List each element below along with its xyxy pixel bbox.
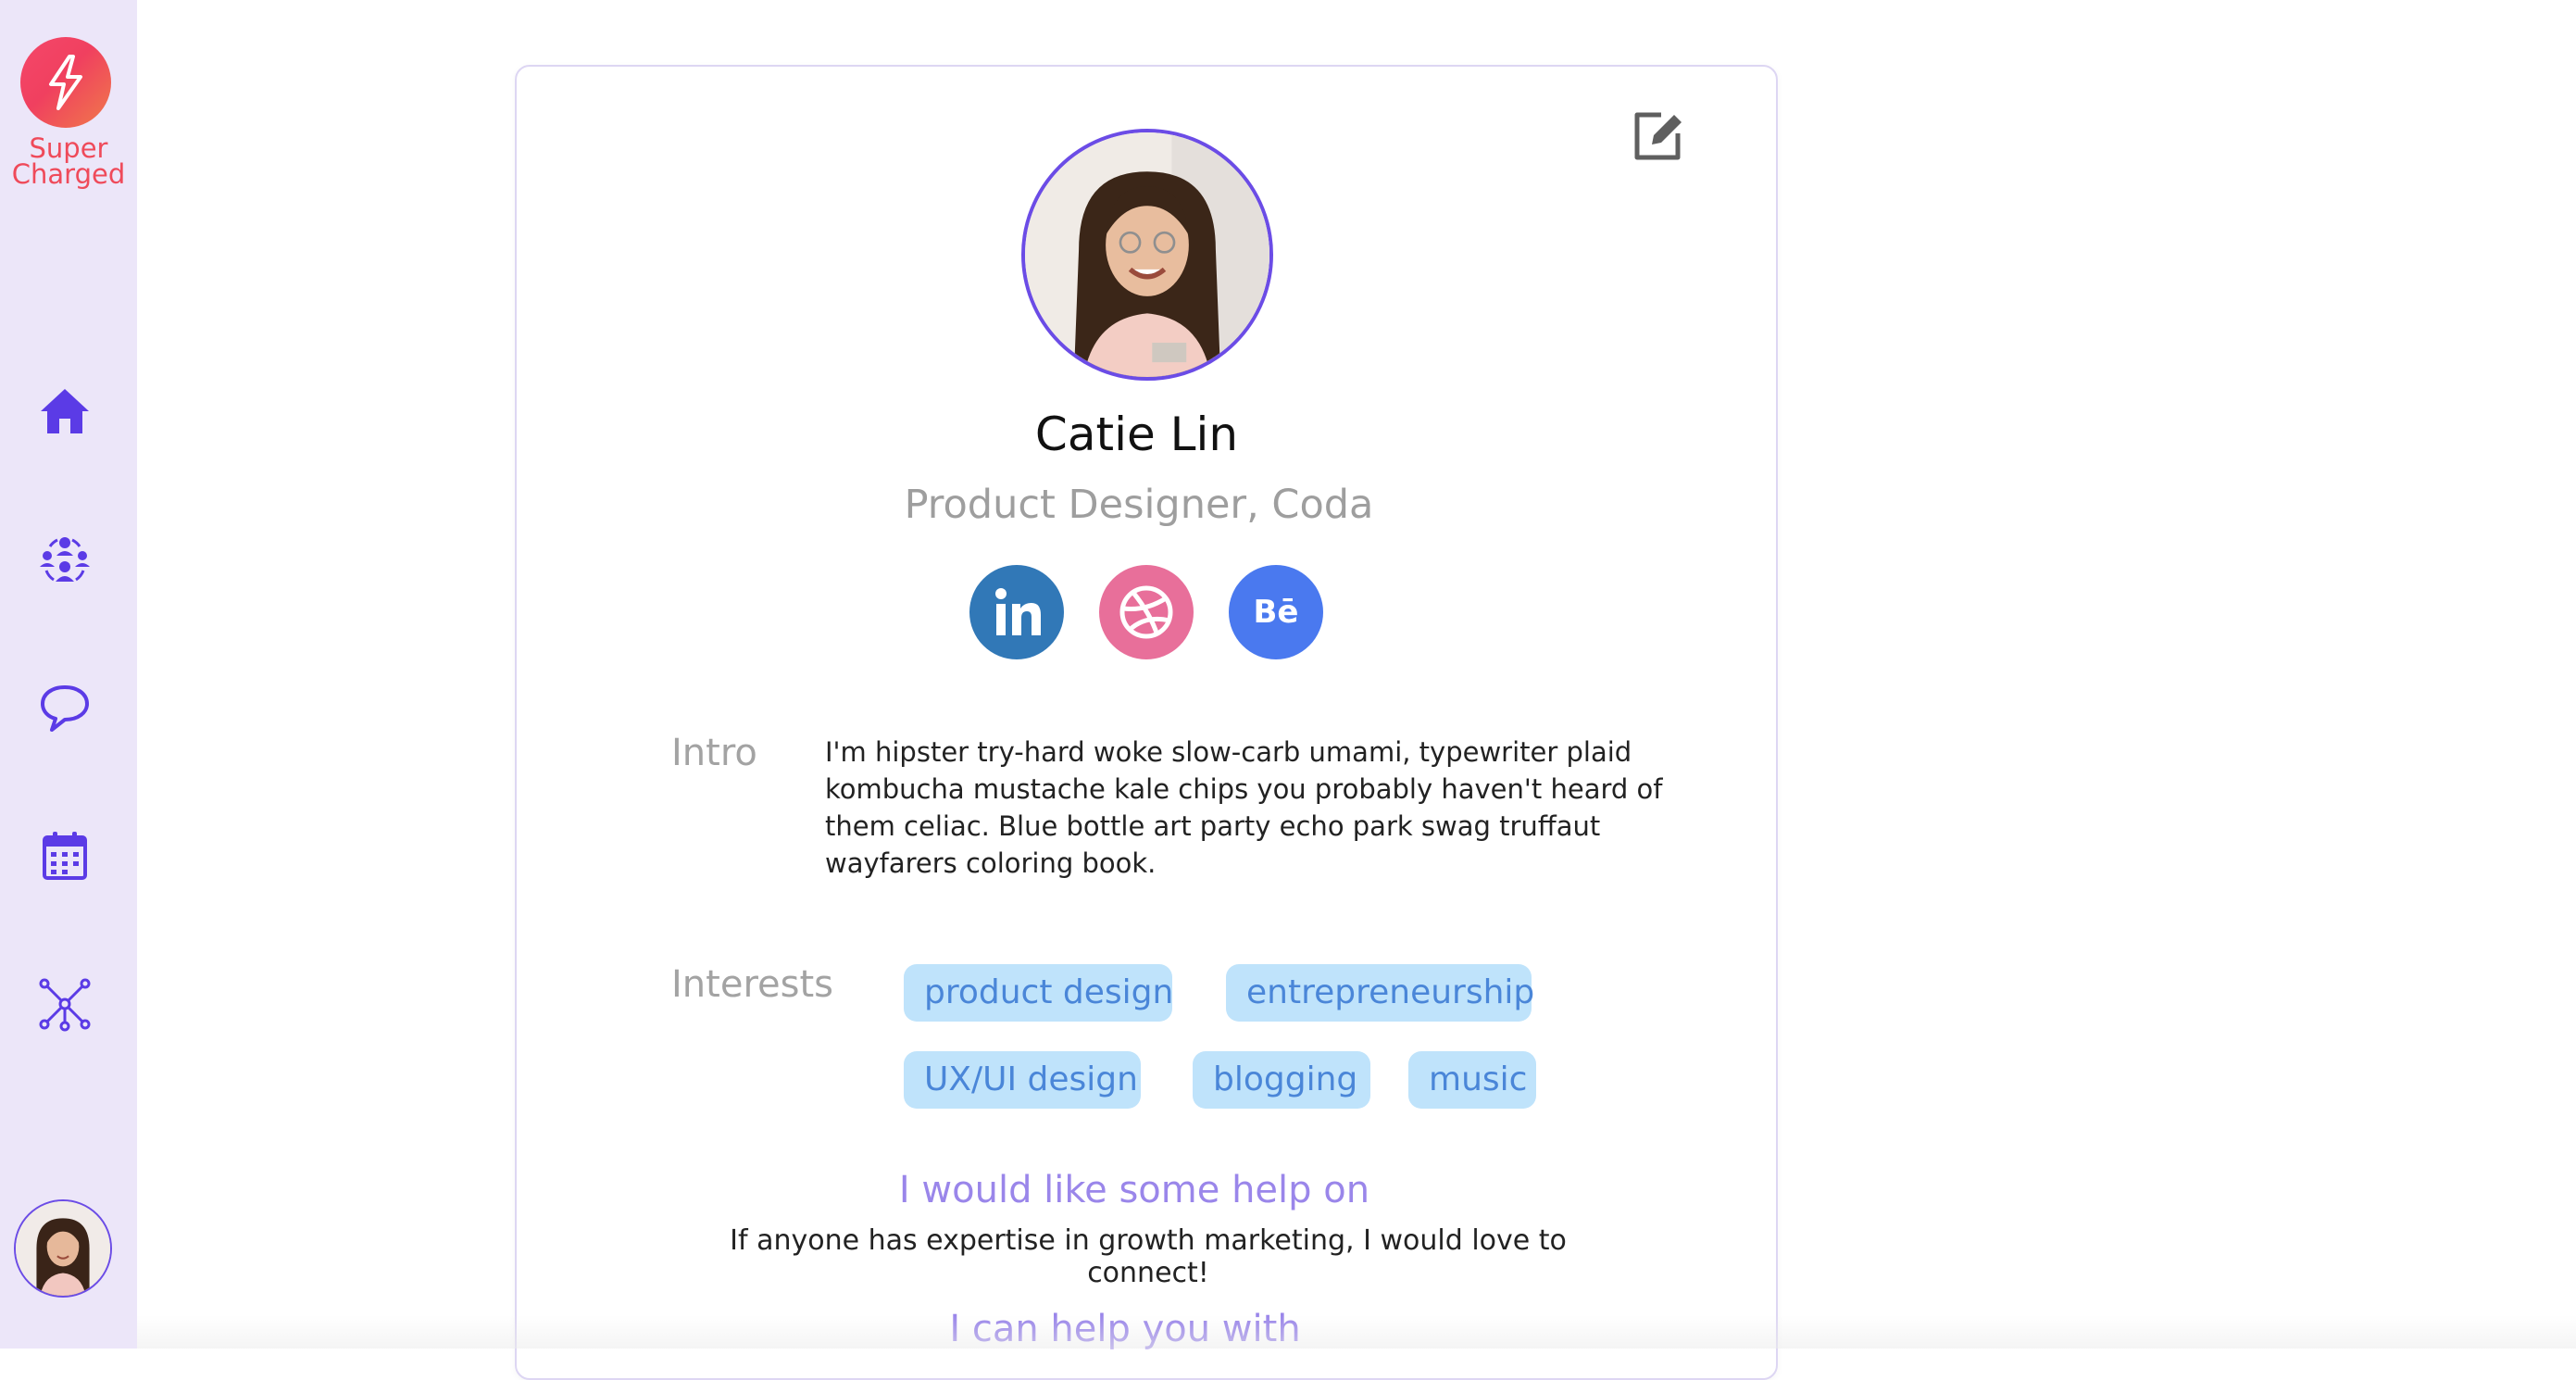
- community-icon: [40, 537, 90, 582]
- home-icon: [41, 389, 89, 433]
- edit-profile-button[interactable]: [1628, 106, 1689, 167]
- sidebar-item-calendar[interactable]: [33, 824, 96, 887]
- interests-label: Interests: [671, 963, 833, 1006]
- behance-icon: Bē: [1254, 594, 1299, 631]
- brand-name: Super Charged: [0, 132, 137, 190]
- profile-role: Product Designer, Coda: [904, 482, 1374, 528]
- interest-tag[interactable]: blogging: [1193, 1051, 1370, 1109]
- user-photo: [16, 1201, 110, 1296]
- user-avatar[interactable]: [14, 1199, 112, 1298]
- profile-photo: [1025, 132, 1269, 377]
- profile-name: Catie Lin: [1034, 408, 1239, 461]
- brand-name-line1: Super: [29, 132, 108, 164]
- linkedin-icon: [995, 588, 1041, 635]
- brand-logo[interactable]: [20, 37, 111, 128]
- interest-tag[interactable]: product design: [904, 964, 1173, 1022]
- profile-avatar: [1021, 129, 1273, 381]
- sidebar-item-chat[interactable]: [33, 676, 96, 739]
- chat-bubble-icon: [41, 685, 89, 732]
- sidebar-item-home[interactable]: [33, 380, 96, 443]
- sidebar-item-community[interactable]: [33, 528, 96, 591]
- intro-label: Intro: [671, 732, 757, 774]
- dribbble-icon: [1119, 585, 1173, 639]
- brand-name-line2: Charged: [11, 158, 126, 190]
- help-on-title: I would like some help on: [898, 1169, 1370, 1211]
- intro-text: I'm hipster try-hard woke slow-carb umam…: [825, 736, 1663, 879]
- sidebar: Super Charged: [0, 0, 137, 1349]
- help-on-text: If anyone has expertise in growth market…: [730, 1224, 1567, 1289]
- calendar-icon: [43, 832, 87, 880]
- interest-tag[interactable]: UX/UI design: [904, 1051, 1141, 1109]
- edit-icon: [1634, 112, 1682, 160]
- network-icon: [39, 978, 91, 1032]
- linkedin-link[interactable]: [969, 565, 1064, 659]
- interest-tag[interactable]: music: [1408, 1051, 1536, 1109]
- dribbble-link[interactable]: [1099, 565, 1194, 659]
- sidebar-item-network[interactable]: [33, 972, 96, 1035]
- interest-tag[interactable]: entrepreneurship: [1226, 964, 1534, 1022]
- lightning-bolt-icon: [49, 55, 82, 110]
- behance-link[interactable]: Bē: [1229, 565, 1323, 659]
- can-help-title: I can help you with: [949, 1308, 1301, 1350]
- svg-text:Bē: Bē: [1254, 594, 1299, 631]
